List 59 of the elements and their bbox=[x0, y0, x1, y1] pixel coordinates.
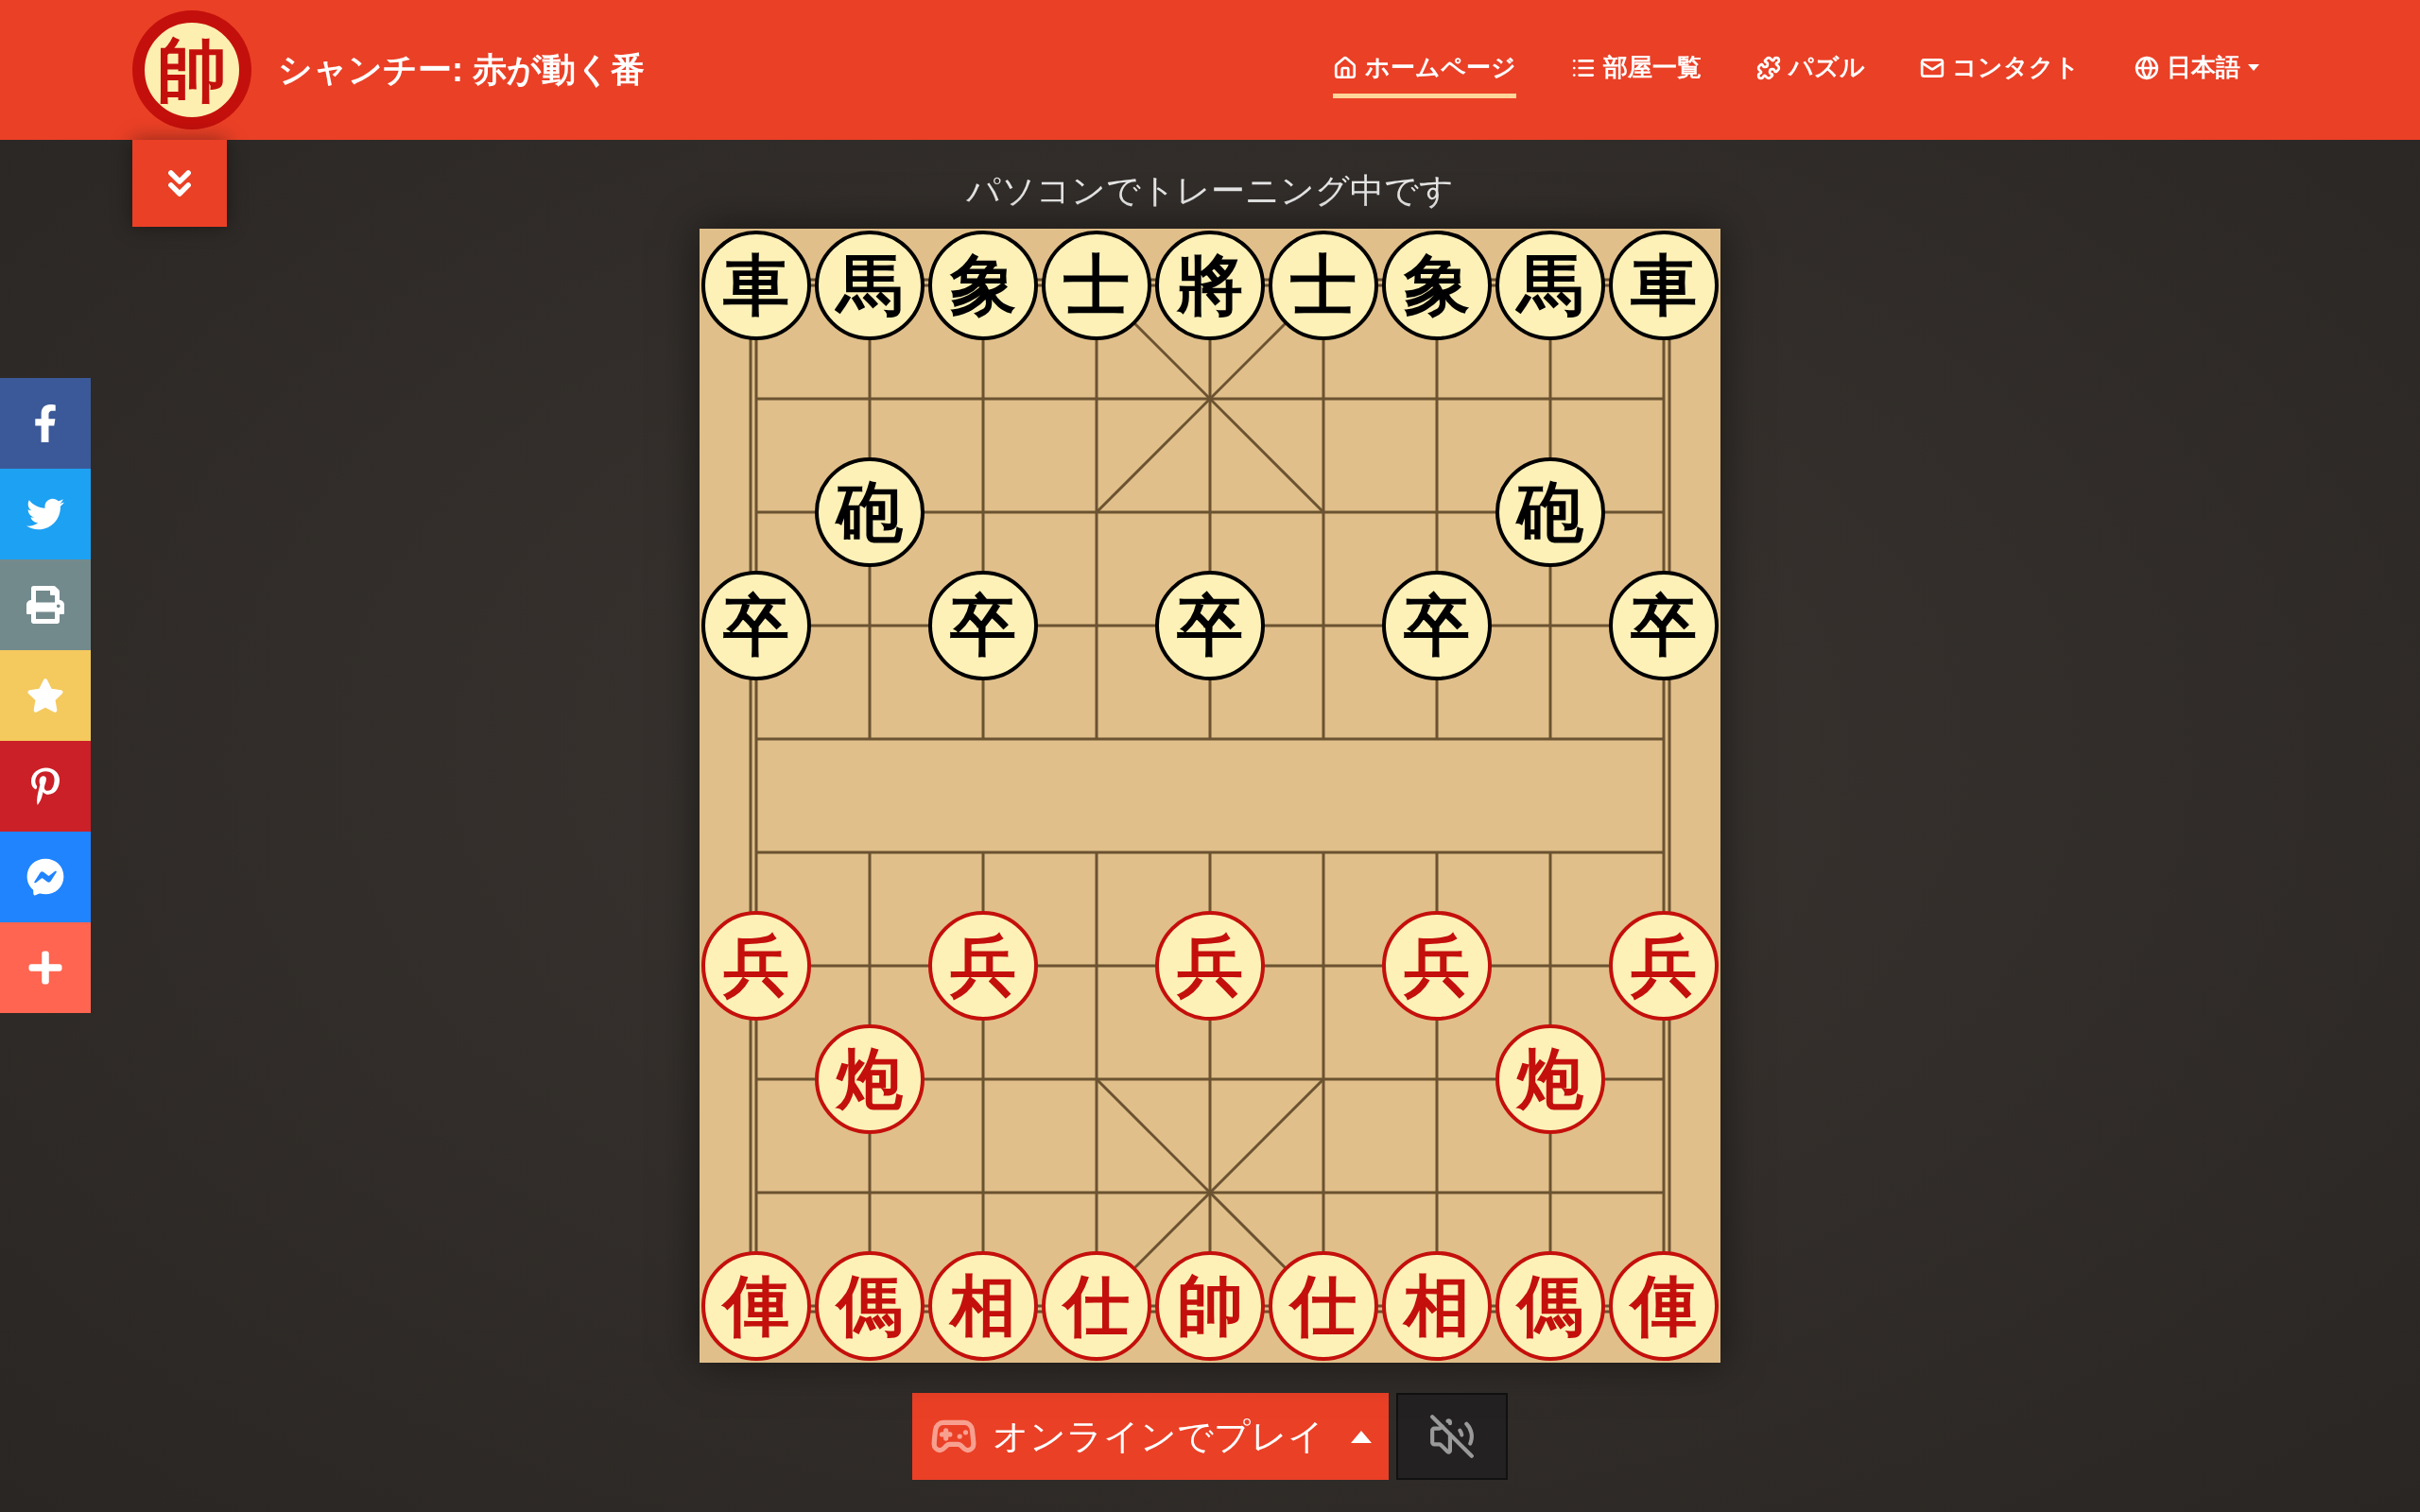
nav-link[interactable]: パズル bbox=[1756, 42, 1865, 98]
game-piece[interactable]: 士 bbox=[1269, 231, 1378, 340]
game-piece[interactable]: 俥 bbox=[1609, 1251, 1719, 1361]
game-piece[interactable]: 砲 bbox=[1495, 457, 1605, 567]
game-piece[interactable]: 兵 bbox=[928, 911, 1038, 1021]
game-piece[interactable]: 俥 bbox=[701, 1251, 811, 1361]
star-icon bbox=[26, 677, 64, 714]
nav-link[interactable]: ホームページ bbox=[1333, 42, 1516, 98]
game-piece[interactable]: 士 bbox=[1042, 231, 1151, 340]
globe-icon bbox=[2135, 55, 2159, 80]
caret-icon bbox=[2248, 63, 2259, 72]
game-piece[interactable]: 相 bbox=[928, 1251, 1038, 1361]
game-piece[interactable]: 卒 bbox=[1609, 571, 1719, 680]
game-piece[interactable]: 兵 bbox=[1609, 911, 1719, 1021]
nav-link[interactable]: 日本語 bbox=[2135, 42, 2259, 98]
logo[interactable]: 帥 bbox=[132, 10, 251, 129]
share-button[interactable] bbox=[0, 559, 91, 650]
share-button[interactable] bbox=[0, 922, 91, 1013]
nav-link[interactable]: コンタクト bbox=[1920, 42, 2080, 98]
printer-icon bbox=[26, 586, 64, 624]
game-piece[interactable]: 車 bbox=[701, 231, 811, 340]
caret-up-icon bbox=[1350, 1430, 1372, 1443]
game-piece[interactable]: 仕 bbox=[1042, 1251, 1151, 1361]
play-online-button[interactable]: オンラインでプレイ bbox=[912, 1393, 1389, 1480]
chat-bubble-icon bbox=[26, 858, 64, 896]
nav-link[interactable]: 部屋一覧 bbox=[1571, 42, 1702, 98]
share-button[interactable] bbox=[0, 832, 91, 922]
plus-icon bbox=[26, 949, 64, 987]
game-piece[interactable]: 將 bbox=[1155, 231, 1265, 340]
share-button[interactable] bbox=[0, 378, 91, 469]
game-piece[interactable]: 兵 bbox=[701, 911, 811, 1021]
game-piece[interactable]: 相 bbox=[1382, 1251, 1492, 1361]
game-piece[interactable]: 象 bbox=[1382, 231, 1492, 340]
game-piece[interactable]: 馬 bbox=[1495, 231, 1605, 340]
game-piece[interactable]: 炮 bbox=[815, 1024, 925, 1134]
game-piece[interactable]: 傌 bbox=[1495, 1251, 1605, 1361]
game-piece[interactable]: 象 bbox=[928, 231, 1038, 340]
puzzle-icon bbox=[1756, 55, 1781, 80]
site-title: シャンチー: 赤が動く番 bbox=[278, 49, 645, 91]
game-piece[interactable]: 帥 bbox=[1155, 1251, 1265, 1361]
game-piece[interactable]: 卒 bbox=[701, 571, 811, 680]
share-button[interactable] bbox=[0, 741, 91, 832]
muted-speaker-icon bbox=[1428, 1413, 1476, 1460]
collapse-button[interactable] bbox=[132, 140, 227, 227]
share-button[interactable] bbox=[0, 469, 91, 559]
game-piece[interactable]: 仕 bbox=[1269, 1251, 1378, 1361]
game-piece[interactable]: 卒 bbox=[1382, 571, 1492, 680]
game-piece[interactable]: 兵 bbox=[1155, 911, 1265, 1021]
game-piece[interactable]: 傌 bbox=[815, 1251, 925, 1361]
game-piece[interactable]: 車 bbox=[1609, 231, 1719, 340]
house-icon bbox=[1333, 55, 1357, 80]
status-text: パソコンでトレーニング中です bbox=[966, 174, 1454, 208]
game-piece[interactable]: 卒 bbox=[928, 571, 1038, 680]
game-piece[interactable]: 砲 bbox=[815, 457, 925, 567]
game-piece[interactable]: 兵 bbox=[1382, 911, 1492, 1021]
game-piece[interactable]: 馬 bbox=[815, 231, 925, 340]
game-piece[interactable]: 炮 bbox=[1495, 1024, 1605, 1134]
sound-toggle-button[interactable] bbox=[1396, 1393, 1508, 1480]
game-piece[interactable]: 卒 bbox=[1155, 571, 1265, 680]
